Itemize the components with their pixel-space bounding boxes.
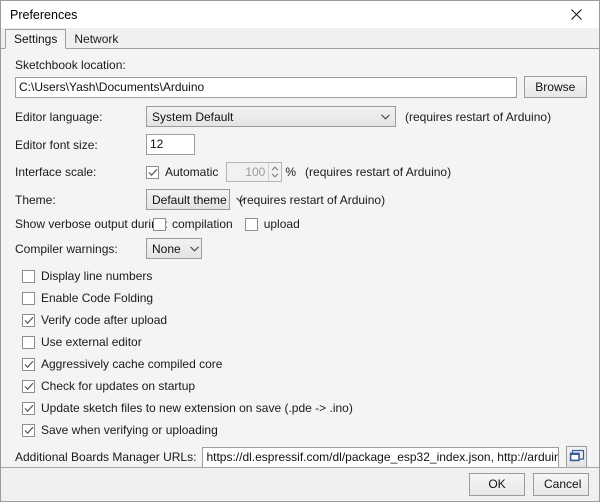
open-window-icon (569, 449, 585, 466)
editor-language-note: (requires restart of Arduino) (405, 109, 552, 124)
display-line-numbers-checkbox[interactable] (22, 269, 35, 283)
tab-strip: Settings Network (1, 28, 599, 49)
interface-scale-stepper[interactable]: 100 (226, 162, 283, 182)
editor-language-select[interactable]: System Default (146, 106, 396, 127)
ok-button[interactable]: OK (469, 473, 525, 496)
verbose-output-label: Show verbose output during: (15, 217, 168, 231)
chevron-down-icon (380, 111, 391, 122)
dialog-button-bar: OK Cancel (1, 467, 599, 501)
close-icon (570, 8, 583, 21)
save-when-verifying-or-uploading-label: Save when verifying or uploading (41, 423, 218, 437)
editor-language-label: Editor language: (15, 109, 103, 124)
browse-button[interactable]: Browse (523, 76, 587, 98)
interface-scale-row: Interface scale: Automatic 100 % (requir… (15, 162, 587, 182)
checkmark-icon (148, 168, 158, 177)
editor-font-size-input[interactable]: 12 (146, 134, 195, 155)
verbose-output-row: Show verbose output during: compilation … (15, 217, 587, 231)
enable-code-folding-checkbox[interactable] (22, 291, 35, 305)
aggressively-cache-compiled-core-checkbox[interactable] (22, 357, 35, 371)
update-sketch-files-extension-checkbox[interactable] (22, 401, 35, 415)
list-item: Check for updates on startup (22, 379, 587, 393)
compiler-warnings-select[interactable]: None (146, 238, 202, 259)
interface-scale-automatic-label: Automatic (165, 165, 219, 179)
theme-label: Theme: (15, 192, 56, 207)
theme-select[interactable]: Default theme (146, 189, 245, 210)
interface-scale-note: (requires restart of Arduino) (305, 165, 452, 179)
editor-font-size-label: Editor font size: (15, 137, 98, 152)
sketchbook-location-label: Sketchbook location: (15, 58, 126, 72)
editor-font-size-row: Editor font size: 12 (15, 134, 587, 155)
tab-network-label: Network (74, 32, 119, 46)
use-external-editor-label: Use external editor (41, 335, 142, 349)
checkmark-icon (24, 360, 34, 369)
verbose-upload-checkbox[interactable] (244, 217, 258, 231)
list-item: Save when verifying or uploading (22, 423, 587, 437)
compiler-warnings-label: Compiler warnings: (15, 241, 118, 256)
boards-manager-urls-expand-button[interactable] (566, 446, 587, 467)
sketchbook-row: C:\Users\Yash\Documents\Arduino Browse (15, 76, 587, 98)
list-item: Aggressively cache compiled core (22, 357, 587, 371)
update-sketch-files-extension-label: Update sketch files to new extension on … (41, 401, 353, 415)
interface-scale-label: Interface scale: (15, 165, 97, 179)
title-bar: Preferences (1, 1, 599, 28)
checkmark-icon (24, 382, 34, 391)
close-button[interactable] (554, 1, 599, 28)
interface-scale-automatic-checkbox[interactable] (146, 165, 159, 179)
tab-settings-label: Settings (14, 32, 58, 46)
save-when-verifying-or-uploading-checkbox[interactable] (22, 423, 35, 437)
list-item: Enable Code Folding (22, 291, 587, 305)
theme-note: (requires restart of Arduino) (239, 192, 386, 207)
use-external-editor-checkbox[interactable] (22, 335, 35, 349)
sketchbook-label-row: Sketchbook location: (15, 58, 587, 72)
editor-language-value: System Default (152, 109, 234, 124)
theme-value: Default theme (152, 192, 227, 207)
aggressively-cache-compiled-core-label: Aggressively cache compiled core (41, 357, 223, 371)
theme-row: Theme: Default theme (requires restart o… (15, 189, 587, 210)
editor-language-row: Editor language: System Default (require… (15, 106, 587, 127)
window-title: Preferences (10, 7, 78, 22)
verify-code-after-upload-checkbox[interactable] (22, 313, 35, 327)
interface-scale-percent-label: % (285, 165, 297, 179)
display-line-numbers-label: Display line numbers (41, 269, 153, 283)
cancel-button[interactable]: Cancel (533, 473, 589, 496)
checkmark-icon (24, 404, 34, 413)
verify-code-after-upload-label: Verify code after upload (41, 313, 168, 327)
verbose-upload-label: upload (263, 217, 300, 231)
verbose-compilation-checkbox[interactable] (153, 217, 166, 231)
preferences-checkbox-list: Display line numbers Enable Code Folding… (22, 269, 587, 437)
interface-scale-value: 100 (245, 165, 266, 179)
list-item: Update sketch files to new extension on … (22, 401, 587, 415)
boards-manager-urls-value: https://dl.espressif.com/dl/package_esp3… (206, 449, 558, 464)
boards-manager-urls-row: Additional Boards Manager URLs: https://… (15, 446, 587, 467)
boards-manager-urls-input[interactable]: https://dl.espressif.com/dl/package_esp3… (202, 446, 560, 467)
tab-settings[interactable]: Settings (5, 29, 67, 49)
checkmark-icon (24, 426, 34, 435)
tab-network[interactable]: Network (66, 29, 126, 49)
checkmark-icon (24, 316, 34, 325)
check-for-updates-on-startup-checkbox[interactable] (22, 379, 35, 393)
verbose-compilation-label: compilation (172, 217, 233, 231)
stepper-arrows-icon[interactable] (268, 163, 281, 181)
list-item: Display line numbers (22, 269, 587, 283)
check-for-updates-on-startup-label: Check for updates on startup (41, 379, 196, 393)
compiler-warnings-value: None (152, 241, 181, 256)
preferences-dialog: Preferences Settings Network Sketchbook … (0, 0, 600, 502)
enable-code-folding-label: Enable Code Folding (41, 291, 154, 305)
list-item: Verify code after upload (22, 313, 587, 327)
chevron-down-icon (189, 243, 200, 254)
sketchbook-location-input[interactable]: C:\Users\Yash\Documents\Arduino (15, 76, 517, 98)
list-item: Use external editor (22, 335, 587, 349)
compiler-warnings-row: Compiler warnings: None (15, 238, 587, 259)
settings-panel: Sketchbook location: C:\Users\Yash\Docum… (1, 49, 599, 467)
boards-manager-urls-label: Additional Boards Manager URLs: (15, 450, 197, 464)
